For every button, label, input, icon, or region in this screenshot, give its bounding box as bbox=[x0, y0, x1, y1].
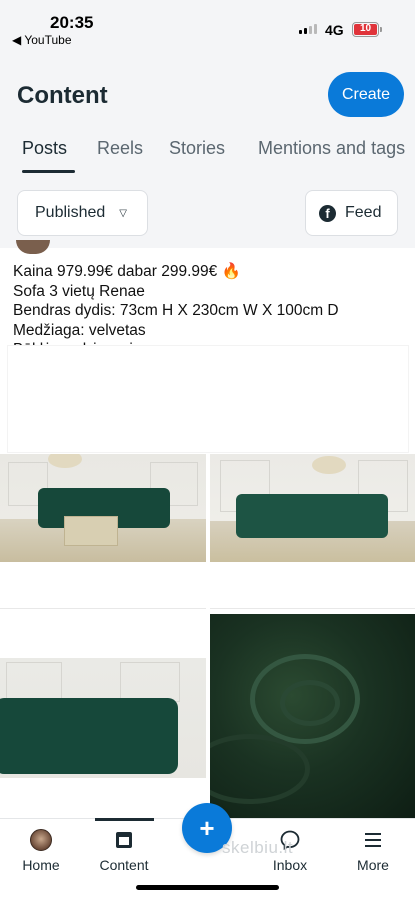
nav-label: Home bbox=[22, 857, 60, 873]
back-to-app-link[interactable]: ◀ YouTube bbox=[12, 33, 72, 47]
nav-home[interactable]: Home bbox=[6, 829, 76, 873]
nav-label: More bbox=[357, 857, 389, 873]
content-tabs: Posts Reels Stories Mentions and tags bbox=[0, 136, 415, 176]
fabric-fold bbox=[280, 680, 340, 726]
caption-line: Bendras dydis: 73cm H X 230cm W X 100cm … bbox=[13, 302, 339, 319]
post-caption: Kaina 979.99€ dabar 299.99€ 🔥 Sofa 3 vie… bbox=[13, 262, 339, 360]
nav-more[interactable]: More bbox=[338, 829, 408, 873]
nav-label: Content bbox=[99, 857, 149, 873]
watermark-text: skelbiu.lt bbox=[222, 838, 294, 857]
home-indicator[interactable] bbox=[136, 885, 279, 890]
coffee-table bbox=[64, 516, 118, 546]
feed-label: Feed bbox=[345, 204, 382, 221]
velvet-fabric-photo[interactable] bbox=[210, 614, 415, 818]
facebook-icon: f bbox=[319, 204, 336, 222]
battery-icon: 10 bbox=[352, 22, 382, 37]
sofa-photo-3[interactable] bbox=[0, 658, 206, 778]
sofa-photo-1[interactable] bbox=[0, 454, 206, 562]
caption-line: Sofa 3 vietų Renae bbox=[13, 282, 145, 300]
content-header: Content Create Posts Reels Stories Menti… bbox=[0, 52, 415, 248]
wall-panel bbox=[120, 662, 180, 702]
battery-level: 10 bbox=[354, 24, 377, 35]
filter-label: Published bbox=[35, 204, 106, 221]
nav-label: Inbox bbox=[272, 857, 308, 873]
wall-panel bbox=[6, 662, 62, 702]
fabric-fold bbox=[210, 734, 310, 804]
divider bbox=[210, 608, 415, 609]
page-title: Content bbox=[17, 82, 108, 109]
active-nav-indicator bbox=[95, 818, 154, 821]
green-sofa bbox=[0, 698, 178, 774]
chandelier bbox=[312, 456, 346, 474]
post-author-avatar bbox=[16, 240, 50, 254]
status-time: 20:35 bbox=[50, 13, 94, 32]
caption-line: Medžiaga: velvetas bbox=[13, 321, 146, 339]
tab-stories[interactable]: Stories bbox=[169, 138, 225, 159]
published-filter-dropdown[interactable]: Published ▽ bbox=[17, 190, 148, 236]
menu-icon bbox=[365, 833, 381, 847]
tab-mentions-and-tags[interactable]: Mentions and tags bbox=[258, 138, 405, 159]
post-card[interactable]: Kaina 979.99€ dabar 299.99€ 🔥 Sofa 3 vie… bbox=[0, 240, 415, 818]
green-sofa bbox=[236, 494, 388, 538]
caption-line: Kaina 979.99€ dabar 299.99€ 🔥 bbox=[13, 263, 241, 280]
redacted-area bbox=[8, 346, 408, 452]
chevron-down-icon: ▽ bbox=[119, 207, 127, 219]
tab-reels[interactable]: Reels bbox=[97, 138, 143, 159]
divider bbox=[0, 608, 206, 609]
status-bar: 20:35 ◀ YouTube 4G 10 bbox=[0, 0, 415, 52]
create-button[interactable]: Create bbox=[328, 72, 404, 117]
chandelier bbox=[48, 454, 82, 468]
profile-avatar-icon bbox=[30, 829, 52, 851]
sofa-photo-2[interactable] bbox=[210, 454, 415, 562]
nav-content[interactable]: Content bbox=[89, 829, 159, 873]
signal-icon bbox=[299, 24, 317, 34]
content-icon bbox=[116, 832, 132, 848]
tab-posts[interactable]: Posts bbox=[22, 138, 67, 159]
network-type: 4G bbox=[325, 22, 344, 38]
app-screen: 20:35 ◀ YouTube 4G 10 Content Create Pos… bbox=[0, 0, 415, 900]
feed-filter-button[interactable]: f Feed bbox=[305, 190, 398, 236]
active-tab-indicator bbox=[22, 170, 75, 173]
